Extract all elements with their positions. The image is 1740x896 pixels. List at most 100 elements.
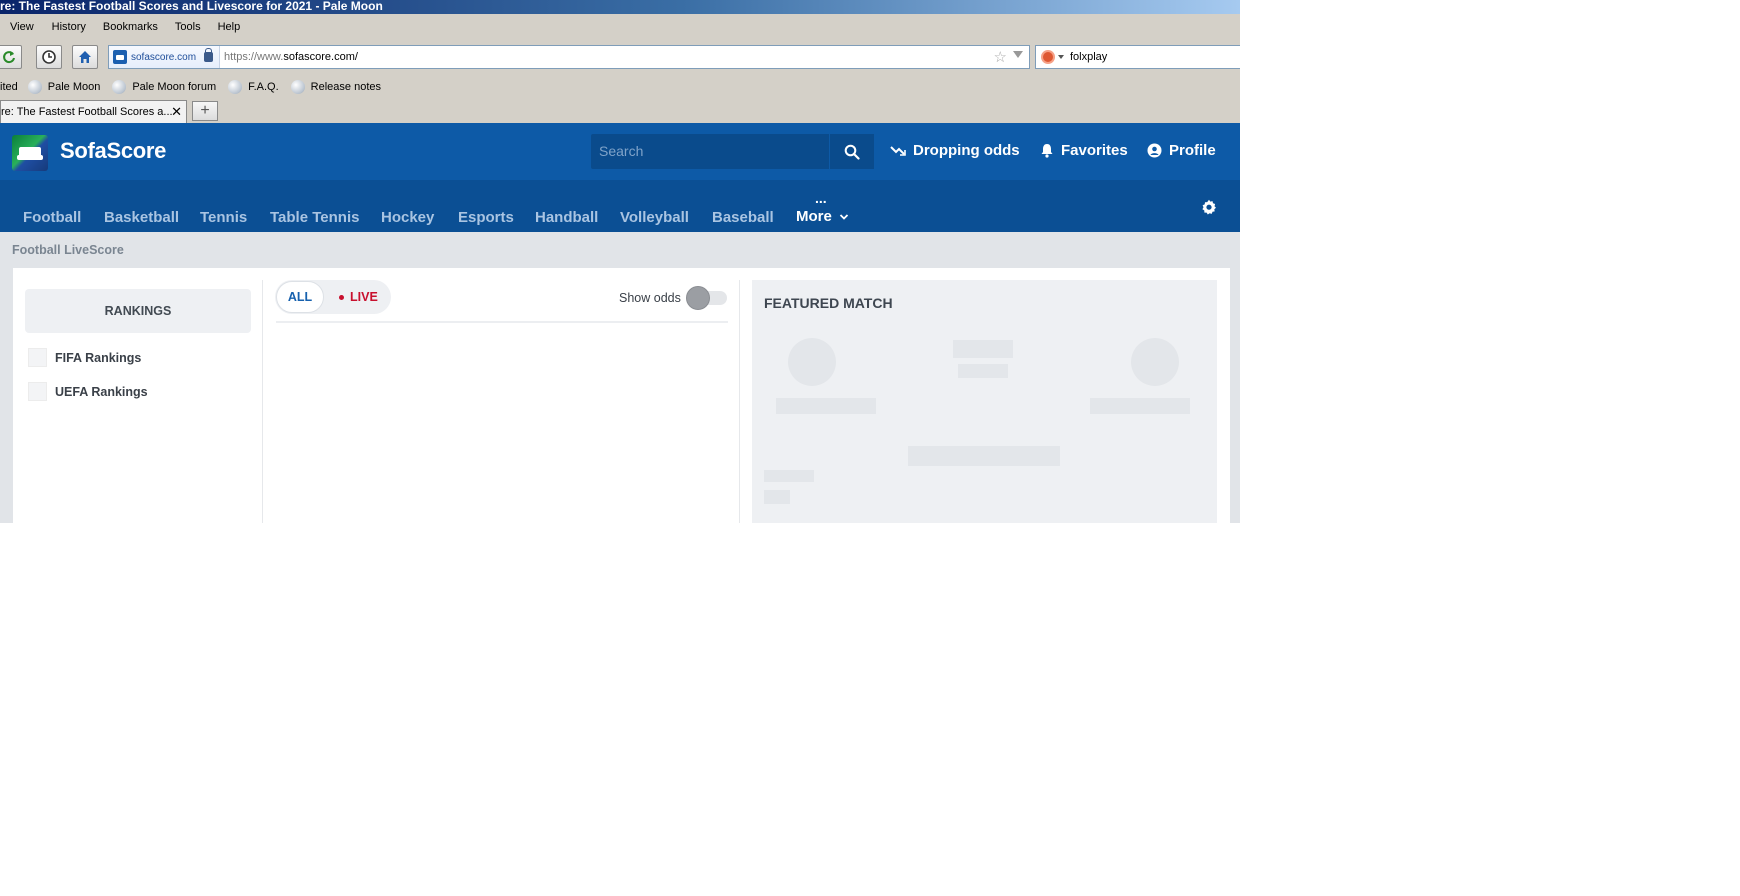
search-engine-icon[interactable]: [1041, 50, 1055, 64]
globe-icon: [27, 80, 42, 94]
brand-name[interactable]: SofaScore: [60, 138, 166, 164]
bookmark-pale-moon-forum[interactable]: Pale Moon forum: [112, 80, 216, 94]
bookmark-label: F.A.Q.: [248, 81, 279, 93]
tournament-placeholder: [908, 446, 1060, 466]
tab-title: re: The Fastest Football Scores a...: [1, 106, 173, 118]
dropping-odds-label: Dropping odds: [913, 142, 1020, 159]
more-label: More: [796, 208, 832, 225]
show-odds-toggle-knob[interactable]: [686, 286, 710, 310]
filter-live-button[interactable]: LIVE: [339, 290, 378, 304]
info-line-placeholder: [764, 490, 790, 504]
filter-all-button[interactable]: ALL: [276, 281, 324, 313]
menu-bookmarks[interactable]: Bookmarks: [103, 21, 158, 33]
status-placeholder: [958, 364, 1008, 378]
menu-bar: View History Bookmarks Tools Help: [0, 14, 1240, 39]
ranking-label: FIFA Rankings: [55, 350, 142, 365]
site-search-input[interactable]: [591, 134, 829, 169]
globe-icon: [228, 80, 243, 94]
sofascore-logo[interactable]: [12, 135, 48, 171]
home-team-logo-placeholder: [788, 338, 836, 386]
new-tab-button[interactable]: +: [192, 101, 218, 121]
live-label: LIVE: [350, 290, 378, 304]
breadcrumb[interactable]: Football LiveScore: [12, 243, 124, 257]
bookmark-label: Pale Moon: [47, 81, 101, 93]
score-placeholder: [953, 340, 1013, 358]
rankings-heading[interactable]: RANKINGS: [25, 289, 251, 333]
more-sports-menu[interactable]: More: [796, 208, 849, 225]
nav-dropping-odds[interactable]: Dropping odds: [890, 142, 1020, 159]
featured-match-title: FEATURED MATCH: [764, 295, 893, 311]
fifa-logo-icon: [28, 348, 47, 367]
nav-favorites[interactable]: Favorites: [1040, 142, 1128, 159]
breadcrumb-bar: Football LiveScore: [0, 232, 1240, 268]
chevron-down-icon: [839, 214, 849, 220]
events-divider: [276, 321, 728, 323]
column-divider: [262, 280, 263, 523]
site-header: SofaScore Dropping odds Favorites Profil…: [0, 123, 1240, 180]
sport-tab-basketball[interactable]: Basketball: [104, 209, 179, 226]
bookmark-label: Release notes: [310, 81, 381, 93]
sport-tab-hockey[interactable]: Hockey: [381, 209, 434, 226]
home-team-name-placeholder: [776, 398, 876, 414]
close-tab-icon[interactable]: ✕: [171, 101, 182, 123]
browser-search-value[interactable]: folxplay: [1070, 51, 1107, 63]
menu-view[interactable]: View: [10, 21, 34, 33]
clock-icon: [42, 50, 56, 64]
tab-strip: re: The Fastest Football Scores a... ✕ +: [0, 99, 1240, 123]
url-prefix: https://www.: [224, 51, 284, 63]
engine-caret-icon[interactable]: [1058, 55, 1064, 59]
settings-gear-icon[interactable]: [1201, 199, 1217, 220]
menu-history[interactable]: History: [52, 21, 86, 33]
favorites-label: Favorites: [1061, 142, 1128, 159]
sport-tab-tennis[interactable]: Tennis: [200, 209, 247, 226]
address-bar[interactable]: sofascore.com https://www.sofascore.com/…: [108, 45, 1030, 69]
home-button[interactable]: [72, 45, 98, 69]
browser-search-bar[interactable]: folxplay: [1035, 45, 1240, 69]
main-content: RANKINGS FIFA Rankings UEFA Rankings ALL…: [0, 268, 1240, 523]
user-circle-icon: [1147, 143, 1162, 158]
ranking-item-uefa[interactable]: UEFA Rankings: [28, 382, 148, 401]
window-title-bar: re: The Fastest Football Scores and Live…: [0, 0, 1240, 14]
sport-tab-table-tennis[interactable]: Table Tennis: [270, 209, 359, 226]
featured-match-card[interactable]: FEATURED MATCH: [752, 280, 1217, 523]
home-icon: [79, 51, 91, 63]
bookmark-faq[interactable]: F.A.Q.: [228, 80, 279, 94]
show-odds-label: Show odds: [619, 291, 681, 305]
search-button[interactable]: [829, 134, 874, 169]
reload-icon: [3, 51, 15, 64]
bookmark-most-visited[interactable]: ited: [0, 81, 18, 93]
content-panel: RANKINGS FIFA Rankings UEFA Rankings ALL…: [13, 268, 1230, 523]
menu-help[interactable]: Help: [218, 21, 241, 33]
info-line-placeholder: [764, 470, 814, 482]
sport-tab-esports[interactable]: Esports: [458, 209, 514, 226]
nav-profile[interactable]: Profile: [1147, 142, 1216, 159]
ranking-item-fifa[interactable]: FIFA Rankings: [28, 348, 141, 367]
bookmark-label: Pale Moon forum: [132, 81, 217, 93]
more-dots-icon: ...: [815, 190, 827, 206]
bookmark-pale-moon[interactable]: Pale Moon: [27, 80, 101, 94]
profile-label: Profile: [1169, 142, 1216, 159]
globe-icon: [290, 80, 305, 94]
bookmark-star-icon[interactable]: ☆: [994, 48, 1007, 66]
menu-tools[interactable]: Tools: [175, 21, 201, 33]
site-identity[interactable]: sofascore.com: [109, 46, 221, 68]
away-team-logo-placeholder: [1131, 338, 1179, 386]
sport-tab-handball[interactable]: Handball: [535, 209, 598, 226]
globe-icon: [112, 80, 127, 94]
uefa-logo-icon: [28, 382, 47, 401]
reload-button[interactable]: [0, 45, 22, 69]
tab-sofascore[interactable]: re: The Fastest Football Scores a... ✕: [0, 100, 187, 123]
screenshot-area: re: The Fastest Football Scores and Live…: [0, 0, 1240, 523]
bell-icon: [1040, 143, 1054, 158]
sport-tab-volleyball[interactable]: Volleyball: [620, 209, 689, 226]
sport-tab-baseball[interactable]: Baseball: [712, 209, 774, 226]
ranking-label: UEFA Rankings: [55, 384, 148, 399]
navigation-toolbar: sofascore.com https://www.sofascore.com/…: [0, 39, 1240, 75]
bookmark-release-notes[interactable]: Release notes: [290, 80, 381, 94]
history-button[interactable]: [36, 45, 62, 69]
sport-tab-football[interactable]: Football: [23, 209, 81, 226]
search-icon: [844, 144, 860, 160]
url-text[interactable]: https://www.sofascore.com/: [224, 51, 358, 63]
bookmarks-toolbar: ited Pale Moon Pale Moon forum F.A.Q. Re…: [0, 75, 1240, 99]
url-dropdown-icon[interactable]: [1013, 51, 1023, 58]
